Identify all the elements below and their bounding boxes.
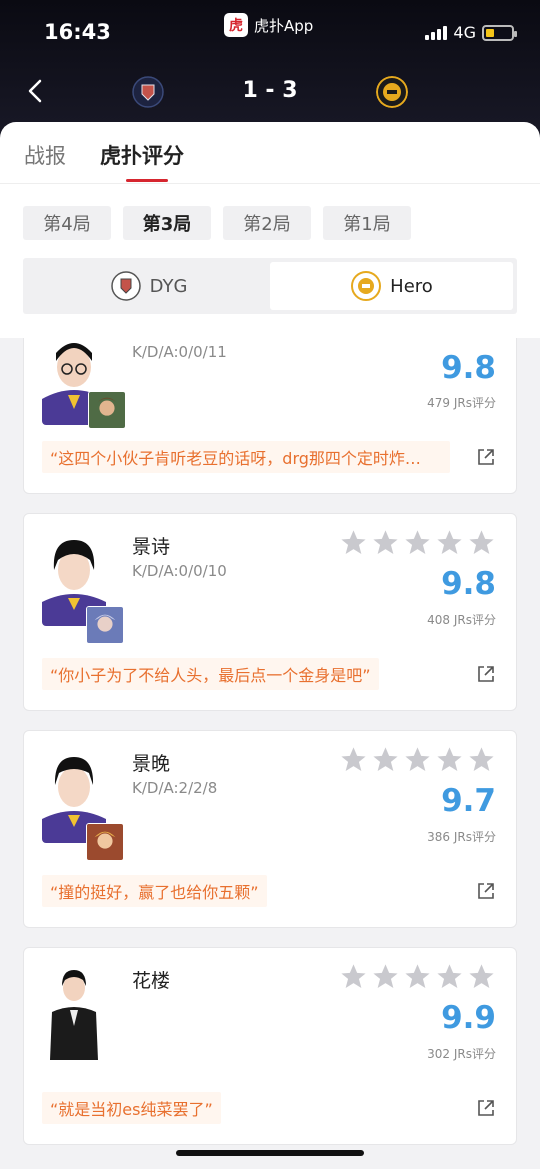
star-icon[interactable] bbox=[467, 962, 496, 991]
round-3-button[interactable]: 第3局 bbox=[123, 206, 211, 240]
team-hero-label: Hero bbox=[390, 275, 433, 297]
player-votes: 302 JRs评分 bbox=[427, 1047, 496, 1061]
team-switch: DYG Hero bbox=[23, 258, 517, 314]
player-card[interactable]: 花楼 9.9 302 JRs评分 “就是当初es纯菜罢了” bbox=[23, 947, 517, 1145]
dyg-logo-icon bbox=[110, 271, 141, 301]
tab-divider bbox=[0, 183, 540, 184]
star-icon[interactable] bbox=[467, 745, 496, 774]
share-icon[interactable] bbox=[476, 447, 496, 467]
star-icon[interactable] bbox=[467, 528, 496, 557]
hero-portrait-icon bbox=[88, 391, 126, 429]
player-card[interactable]: 景晚 K/D/A:2/2/8 9.7 386 JRs评分 “撞的挺好，赢了也给你… bbox=[23, 730, 517, 928]
star-icon[interactable] bbox=[339, 745, 368, 774]
team-hero-button[interactable]: Hero bbox=[270, 262, 513, 310]
hupu-app-icon: 虎 bbox=[224, 13, 248, 37]
player-avatar bbox=[42, 964, 106, 1060]
app-label: 虎扑App bbox=[254, 16, 314, 35]
player-name: 花楼 bbox=[132, 970, 171, 992]
status-time: 16:43 bbox=[44, 20, 111, 44]
dyg-team-logo[interactable] bbox=[132, 76, 164, 108]
player-kda: K/D/A:2/2/8 bbox=[132, 779, 218, 797]
top-comment[interactable]: “就是当初es纯菜罢了” bbox=[42, 1092, 221, 1124]
star-icon[interactable] bbox=[403, 528, 432, 557]
player-votes: 408 JRs评分 bbox=[427, 613, 496, 627]
player-score: 9.9 bbox=[441, 1000, 496, 1036]
player-card[interactable]: K/D/A:0/0/11 9.8 479 JRs评分 “这四个小伙子肯听老豆的话… bbox=[23, 338, 517, 494]
back-arrow-icon[interactable] bbox=[24, 76, 48, 106]
signal-icon bbox=[425, 25, 448, 40]
battery-icon bbox=[482, 24, 517, 41]
tab-hupu-rating[interactable]: 虎扑评分 bbox=[100, 140, 184, 170]
hero-team-logo[interactable] bbox=[376, 76, 408, 108]
player-name: 景晚 bbox=[132, 753, 171, 775]
back-to-app-indicator[interactable]: 虎 虎扑App bbox=[224, 12, 313, 38]
top-comment[interactable]: “这四个小伙子肯听老豆的话呀，drg那四个定时炸… bbox=[42, 441, 450, 473]
hero-portrait-icon bbox=[86, 606, 124, 644]
home-indicator[interactable] bbox=[176, 1150, 364, 1156]
top-comment[interactable]: “你小子为了不给人头，最后点一个金身是吧” bbox=[42, 658, 379, 690]
network-label: 4G bbox=[453, 23, 476, 42]
player-votes: 386 JRs评分 bbox=[427, 830, 496, 844]
top-comment[interactable]: “撞的挺好，赢了也给你五颗” bbox=[42, 875, 267, 907]
round-2-button[interactable]: 第2局 bbox=[223, 206, 311, 240]
round-4-button[interactable]: 第4局 bbox=[23, 206, 111, 240]
round-selector: 第4局 第3局 第2局 第1局 bbox=[23, 206, 411, 240]
star-icon[interactable] bbox=[371, 528, 400, 557]
star-icon[interactable] bbox=[435, 528, 464, 557]
star-icon[interactable] bbox=[339, 962, 368, 991]
player-score: 9.8 bbox=[441, 566, 496, 602]
share-icon[interactable] bbox=[476, 881, 496, 901]
player-kda: K/D/A:0/0/11 bbox=[132, 343, 227, 361]
tab-report[interactable]: 战报 bbox=[24, 140, 66, 170]
rating-stars[interactable] bbox=[339, 962, 496, 991]
star-icon[interactable] bbox=[403, 745, 432, 774]
star-icon[interactable] bbox=[371, 745, 400, 774]
match-header: 16:43 虎 虎扑App 4G 1 - 3 bbox=[0, 0, 540, 140]
player-votes: 479 JRs评分 bbox=[427, 396, 496, 410]
share-icon[interactable] bbox=[476, 664, 496, 684]
team-dyg-label: DYG bbox=[149, 275, 188, 297]
round-1-button[interactable]: 第1局 bbox=[323, 206, 411, 240]
team-dyg-button[interactable]: DYG bbox=[27, 262, 270, 310]
star-icon[interactable] bbox=[371, 962, 400, 991]
player-rating-list[interactable]: K/D/A:0/0/11 9.8 479 JRs评分 “这四个小伙子肯听老豆的话… bbox=[0, 338, 540, 1169]
star-icon[interactable] bbox=[403, 962, 432, 991]
star-icon[interactable] bbox=[339, 528, 368, 557]
hero-logo-icon bbox=[351, 271, 382, 301]
player-card[interactable]: 景诗 K/D/A:0/0/10 9.8 408 JRs评分 “你小子为了不给人头… bbox=[23, 513, 517, 711]
match-score: 1 - 3 bbox=[242, 78, 298, 103]
main-tabs: 战报 虎扑评分 bbox=[24, 140, 184, 170]
player-name: 景诗 bbox=[132, 536, 171, 558]
star-icon[interactable] bbox=[435, 962, 464, 991]
share-icon[interactable] bbox=[476, 1098, 496, 1118]
rating-stars[interactable] bbox=[339, 528, 496, 557]
player-score: 9.7 bbox=[441, 783, 496, 819]
hero-portrait-icon bbox=[86, 823, 124, 861]
active-tab-indicator bbox=[126, 179, 168, 182]
rating-stars[interactable] bbox=[339, 745, 496, 774]
status-icons: 4G bbox=[425, 23, 517, 42]
player-score: 9.8 bbox=[441, 350, 496, 386]
star-icon[interactable] bbox=[435, 745, 464, 774]
player-kda: K/D/A:0/0/10 bbox=[132, 562, 227, 580]
